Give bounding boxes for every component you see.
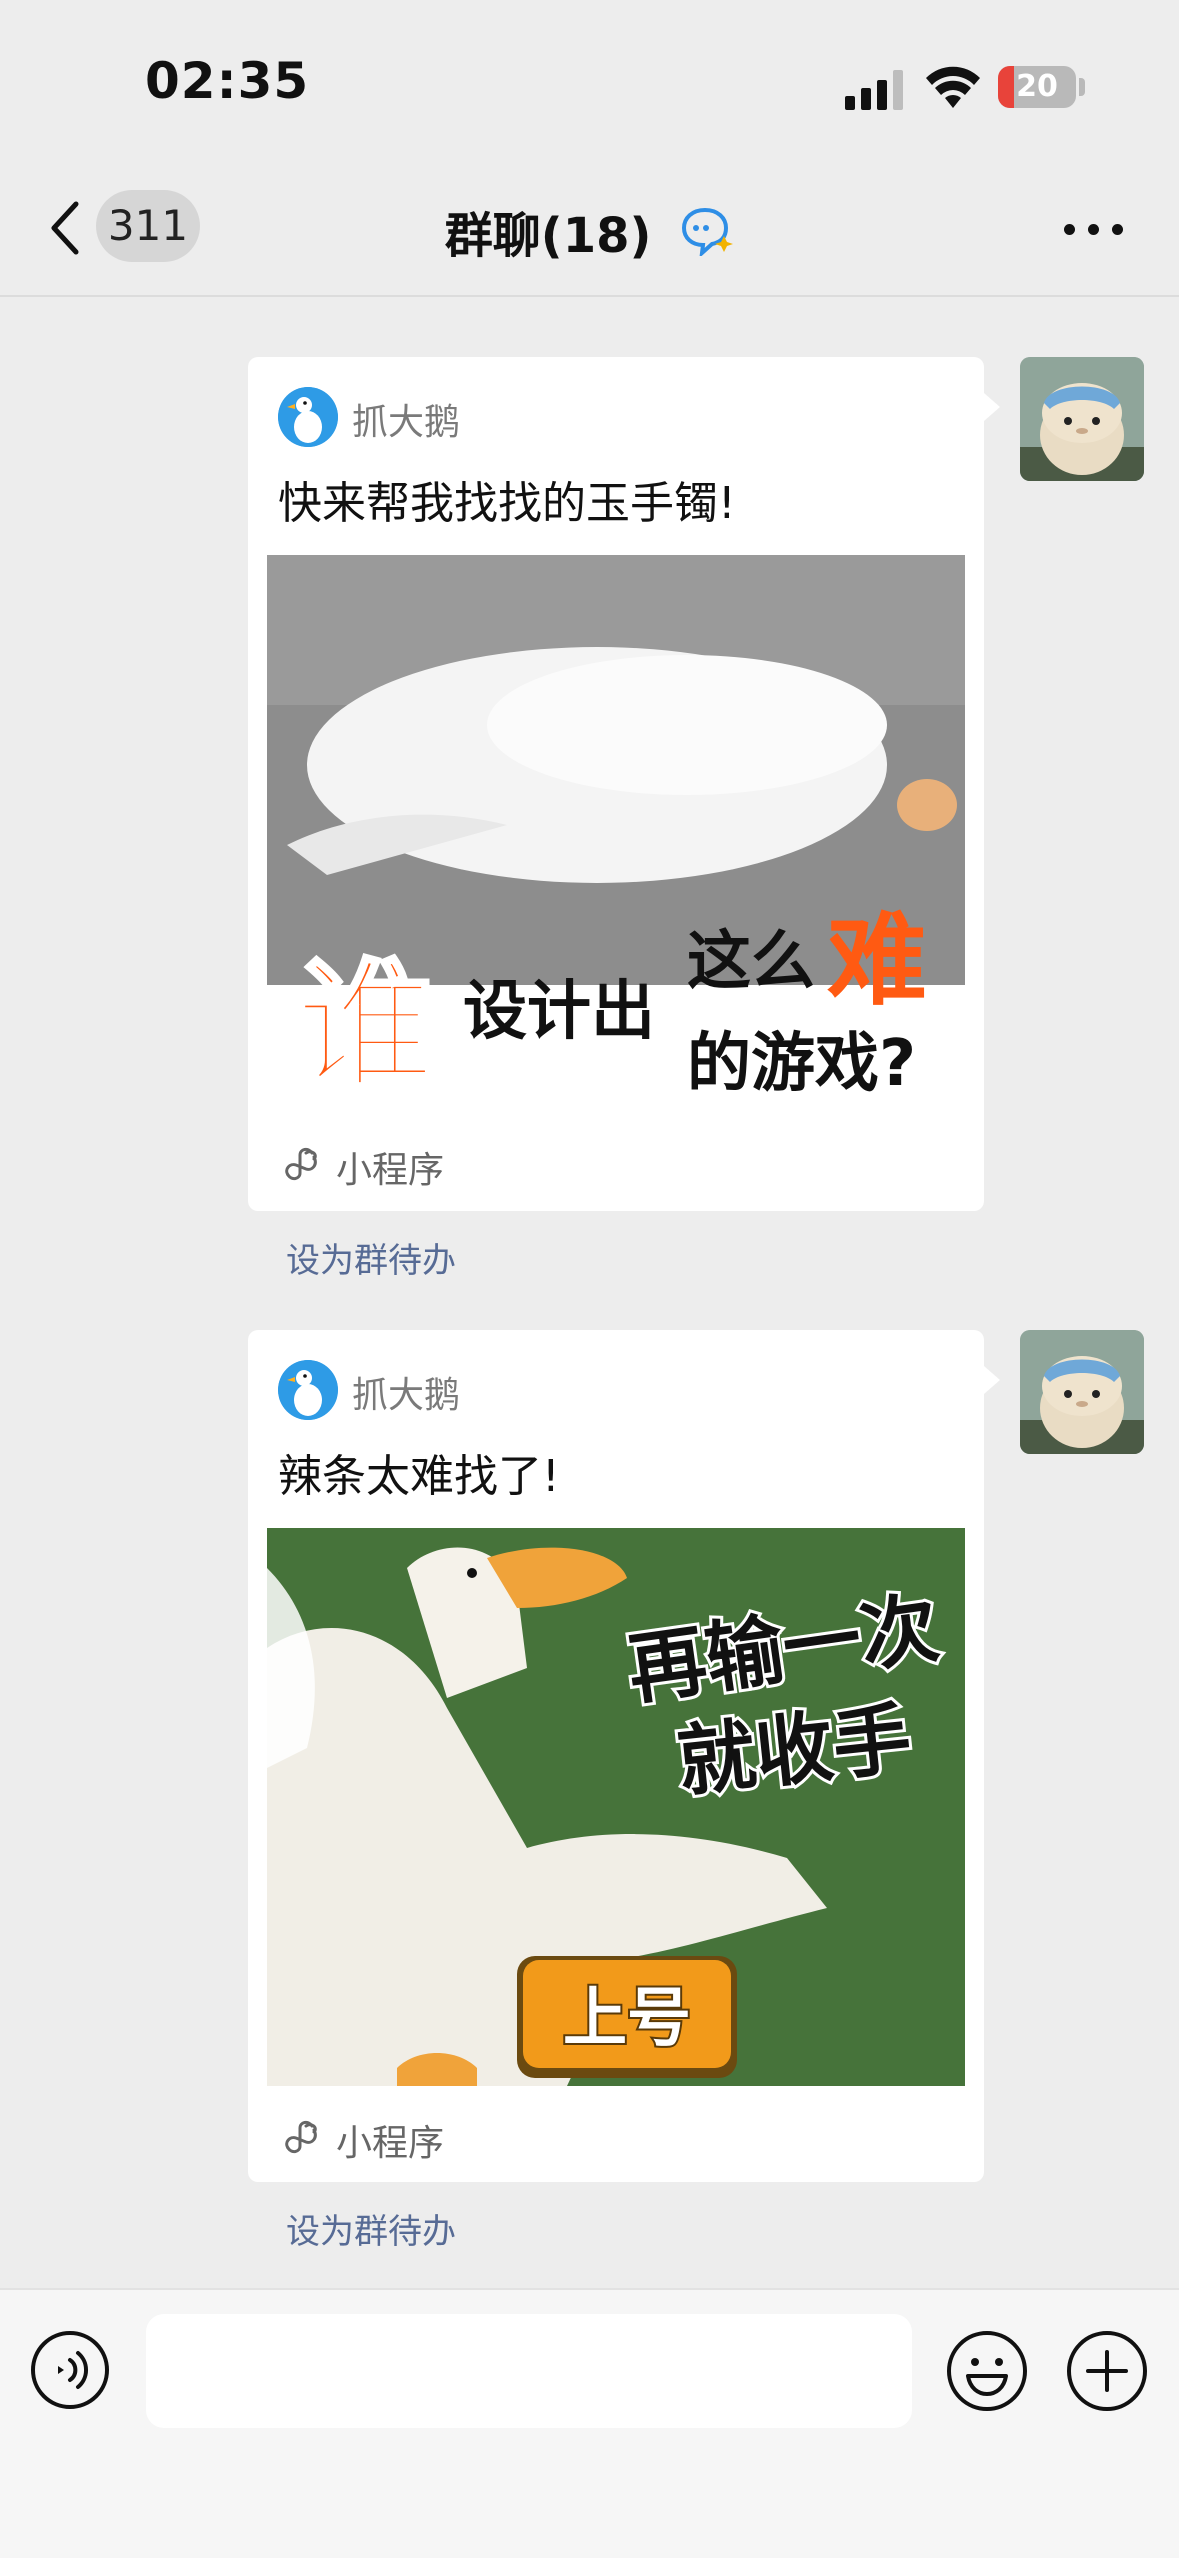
chat-ai-icon[interactable] — [680, 206, 734, 256]
image-caption-1: 谁 — [295, 946, 435, 1109]
image-caption-5: 的游戏? — [687, 1027, 916, 1101]
signal-icon — [845, 70, 903, 110]
group-name: 群聊(18) — [444, 208, 652, 264]
card-title: 快来帮我找找的玉手镯! — [278, 478, 736, 529]
chat-header: 311 群聊(18) — [0, 160, 1179, 297]
mini-program-label: 小程序 — [336, 1150, 445, 1191]
mini-program-logo — [278, 1360, 338, 1420]
image-caption-4: 难 — [827, 902, 927, 1019]
battery-tip — [1079, 78, 1085, 96]
mini-program-name: 抓大鹅 — [352, 402, 461, 443]
voice-icon[interactable] — [30, 2330, 110, 2410]
mini-program-logo — [278, 387, 338, 447]
mini-program-card[interactable]: 抓大鹅 辣条太难找了! 再输一次 就收手 上号 小程序 — [248, 1330, 1000, 2182]
card-thumbnail: 谁 设计出 这么 难 的游戏? — [267, 555, 965, 1113]
status-time: 02:35 — [145, 52, 310, 110]
mini-program-label: 小程序 — [336, 2123, 445, 2164]
avatar[interactable] — [1020, 1330, 1144, 1454]
image-button-label: 上号 — [563, 1982, 691, 2056]
battery-icon: 20 — [998, 66, 1076, 108]
mini-program-name: 抓大鹅 — [352, 1375, 461, 1416]
set-group-todo-link[interactable]: 设为群待办 — [286, 2204, 456, 2253]
plus-icon[interactable] — [1066, 2330, 1148, 2412]
message-input[interactable] — [146, 2314, 912, 2428]
image-caption-3: 这么 — [687, 925, 815, 999]
more-icon[interactable] — [1064, 220, 1124, 240]
status-bar: 02:35 20 — [0, 0, 1179, 160]
battery-percent: 20 — [1016, 69, 1058, 104]
mini-program-link-icon — [285, 1147, 317, 1181]
emoji-icon[interactable] — [946, 2330, 1028, 2412]
avatar-image — [1020, 357, 1144, 481]
avatar[interactable] — [1020, 357, 1144, 481]
card-title: 辣条太难找了! — [278, 1451, 560, 1502]
wifi-icon — [926, 66, 980, 108]
card-thumbnail: 再输一次 就收手 上号 — [267, 1528, 965, 2086]
set-group-todo-link[interactable]: 设为群待办 — [286, 1233, 456, 1282]
mini-program-link-icon — [285, 2120, 317, 2154]
input-bar — [0, 2288, 1179, 2558]
image-caption-2: 设计出 — [463, 975, 655, 1049]
page-title[interactable]: 群聊(18) — [0, 196, 1179, 266]
avatar-image — [1020, 1330, 1144, 1454]
mini-program-card[interactable]: 抓大鹅 快来帮我找找的玉手镯! 谁 设计出 这么 难 的游戏? 小程序 — [248, 357, 1000, 1211]
